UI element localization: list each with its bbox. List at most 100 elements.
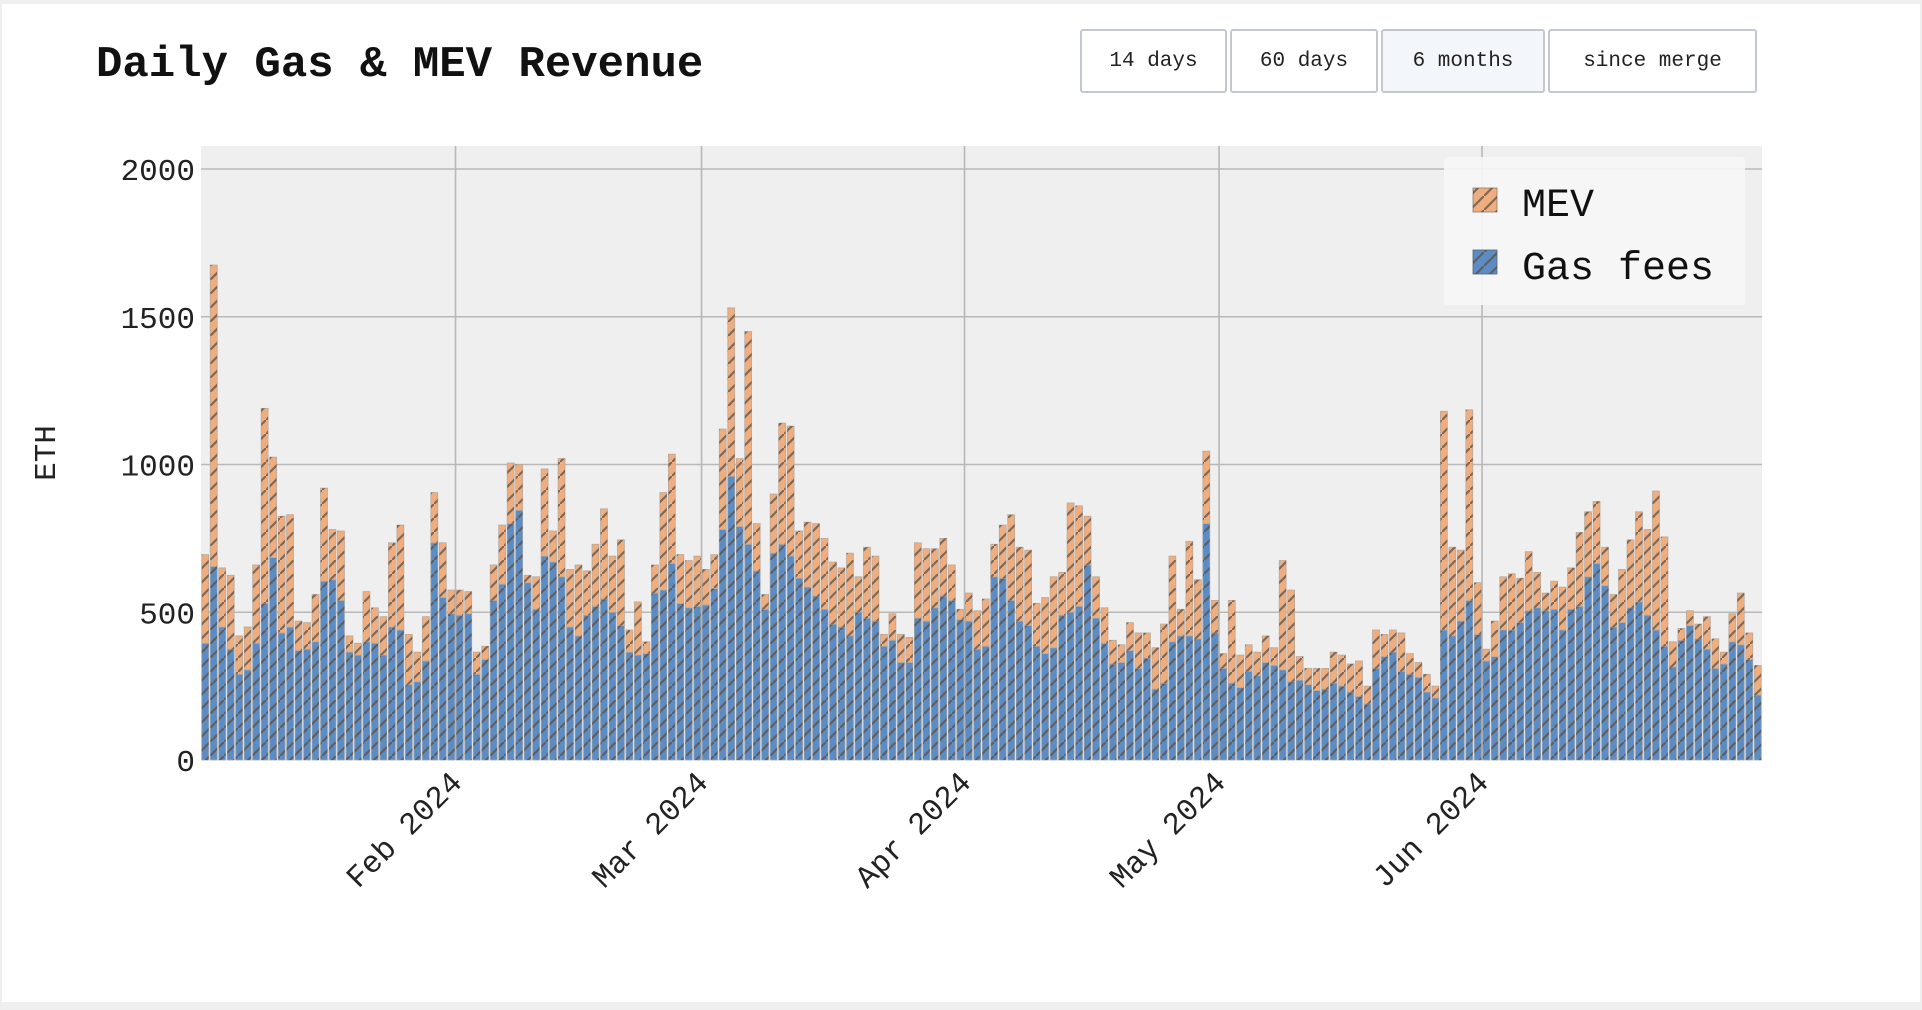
- bar-gas-fees-hatch: [592, 606, 599, 760]
- bar-gas-fees-hatch: [897, 662, 904, 760]
- bar-gas-fees-hatch: [855, 612, 862, 760]
- bar-mev-hatch: [1457, 550, 1464, 621]
- bar-gas-fees-hatch: [609, 612, 616, 760]
- bar-gas-fees-hatch: [1602, 586, 1609, 760]
- bar-gas-fees-hatch: [1194, 639, 1201, 760]
- bar-mev-hatch: [914, 543, 921, 618]
- bar-gas-fees-hatch: [244, 670, 251, 760]
- bar-mev-hatch: [371, 608, 378, 643]
- bar-mev-hatch: [728, 308, 735, 476]
- bar-gas-fees-hatch: [287, 627, 294, 760]
- bar-mev-hatch: [1551, 581, 1558, 609]
- bar-gas-fees-hatch: [473, 674, 480, 760]
- bar-gas-fees-hatch: [210, 566, 217, 760]
- bar-mev-hatch: [813, 524, 820, 596]
- bar-mev-hatch: [1373, 630, 1380, 668]
- bar-gas-fees-hatch: [456, 615, 463, 760]
- bar-mev-hatch: [1245, 645, 1252, 672]
- bar-gas-fees-hatch: [838, 627, 845, 760]
- bar-gas-fees-hatch: [431, 543, 438, 760]
- bar-gas-fees-hatch: [465, 614, 472, 760]
- bar-mev-hatch: [1593, 501, 1600, 563]
- bar-mev-hatch: [1127, 623, 1134, 651]
- bar-mev-hatch: [601, 509, 608, 599]
- bar-gas-fees-hatch: [380, 655, 387, 760]
- bar-mev-hatch: [1449, 547, 1456, 636]
- bar-mev-hatch: [244, 627, 251, 670]
- bar-mev-hatch: [516, 465, 523, 511]
- bar-gas-fees-hatch: [1653, 630, 1660, 760]
- bar-gas-fees-hatch: [1720, 664, 1727, 760]
- bar-mev-hatch: [448, 590, 455, 614]
- bar-mev-hatch: [507, 463, 514, 524]
- bar-mev-hatch: [609, 556, 616, 612]
- bar-mev-hatch: [1143, 633, 1150, 658]
- bar-mev-hatch: [1211, 600, 1218, 633]
- bar-gas-fees-hatch: [1339, 686, 1346, 760]
- bar-gas-fees-hatch: [1661, 646, 1668, 760]
- bar-gas-fees-hatch: [601, 599, 608, 760]
- bar-gas-fees-hatch: [940, 596, 947, 760]
- bar-mev-hatch: [465, 592, 472, 614]
- bar-gas-fees-hatch: [1042, 654, 1049, 760]
- bar-gas-fees-hatch: [575, 636, 582, 760]
- bar-mev-hatch: [1525, 552, 1532, 611]
- bar-gas-fees-hatch: [219, 627, 226, 760]
- bar-mev-hatch: [304, 623, 311, 650]
- bar-gas-fees-hatch: [1525, 611, 1532, 760]
- bar-gas-fees-hatch: [753, 571, 760, 760]
- x-tick-label: Feb 2024: [341, 766, 471, 896]
- bar-mev-hatch: [1050, 577, 1057, 648]
- bar-mev-hatch: [651, 565, 658, 593]
- bar-mev-hatch: [236, 636, 243, 674]
- bar-gas-fees-hatch: [1305, 685, 1312, 760]
- bar-gas-fees-hatch: [1593, 563, 1600, 760]
- bar-mev-hatch: [490, 565, 497, 600]
- bar-gas-fees-hatch: [1440, 630, 1447, 760]
- bar-mev-hatch: [1093, 577, 1100, 618]
- bar-gas-fees-hatch: [1559, 630, 1566, 760]
- bar-mev-hatch: [439, 543, 446, 598]
- bar-mev-hatch: [1381, 634, 1388, 656]
- bar-mev-hatch: [931, 549, 938, 608]
- bar-gas-fees-hatch: [261, 603, 268, 760]
- bar-mev-hatch: [1279, 561, 1286, 670]
- bar-mev-hatch: [405, 634, 412, 684]
- bar-mev-hatch: [1262, 636, 1269, 663]
- bar-mev-hatch: [1203, 451, 1210, 523]
- bar-gas-fees-hatch: [1160, 683, 1167, 760]
- bar-mev-hatch: [753, 524, 760, 571]
- bar-mev-hatch: [1542, 593, 1549, 611]
- bar-gas-fees-hatch: [1729, 642, 1736, 760]
- bar-mev-hatch: [261, 408, 268, 603]
- bar-mev-hatch: [1686, 611, 1693, 626]
- bar-gas-fees-hatch: [872, 621, 879, 760]
- bar-gas-fees-hatch: [736, 527, 743, 760]
- bar-gas-fees-hatch: [414, 682, 421, 760]
- bar-gas-fees-hatch: [397, 630, 404, 760]
- bar-gas-fees-hatch: [821, 609, 828, 760]
- bar-gas-fees-hatch: [1695, 639, 1702, 760]
- bar-gas-fees-hatch: [1254, 676, 1261, 760]
- bar-gas-fees-hatch: [346, 652, 353, 760]
- bar-mev-hatch: [1585, 512, 1592, 577]
- bar-mev-hatch: [397, 525, 404, 630]
- bar-mev-hatch: [1160, 624, 1167, 683]
- legend-gas-label: Gas fees: [1522, 247, 1714, 292]
- bar-mev-hatch: [999, 525, 1006, 578]
- bar-mev-hatch: [855, 577, 862, 612]
- bar-gas-fees-hatch: [1390, 652, 1397, 760]
- bar-gas-fees-hatch: [482, 660, 489, 760]
- bar-gas-fees-hatch: [770, 553, 777, 760]
- bar-mev-hatch: [1500, 577, 1507, 630]
- bar-mev-hatch: [1610, 595, 1617, 628]
- bar-mev-hatch: [1390, 630, 1397, 652]
- bar-mev-hatch: [770, 494, 777, 553]
- bar-gas-fees-hatch: [1186, 636, 1193, 760]
- bar-gas-fees-hatch: [1568, 609, 1575, 760]
- bar-gas-fees-hatch: [1491, 657, 1498, 760]
- bar-gas-fees-hatch: [1619, 623, 1626, 760]
- bar-gas-fees-hatch: [711, 589, 718, 760]
- bar-gas-fees-hatch: [1135, 668, 1142, 760]
- bar-gas-fees-hatch: [295, 651, 302, 760]
